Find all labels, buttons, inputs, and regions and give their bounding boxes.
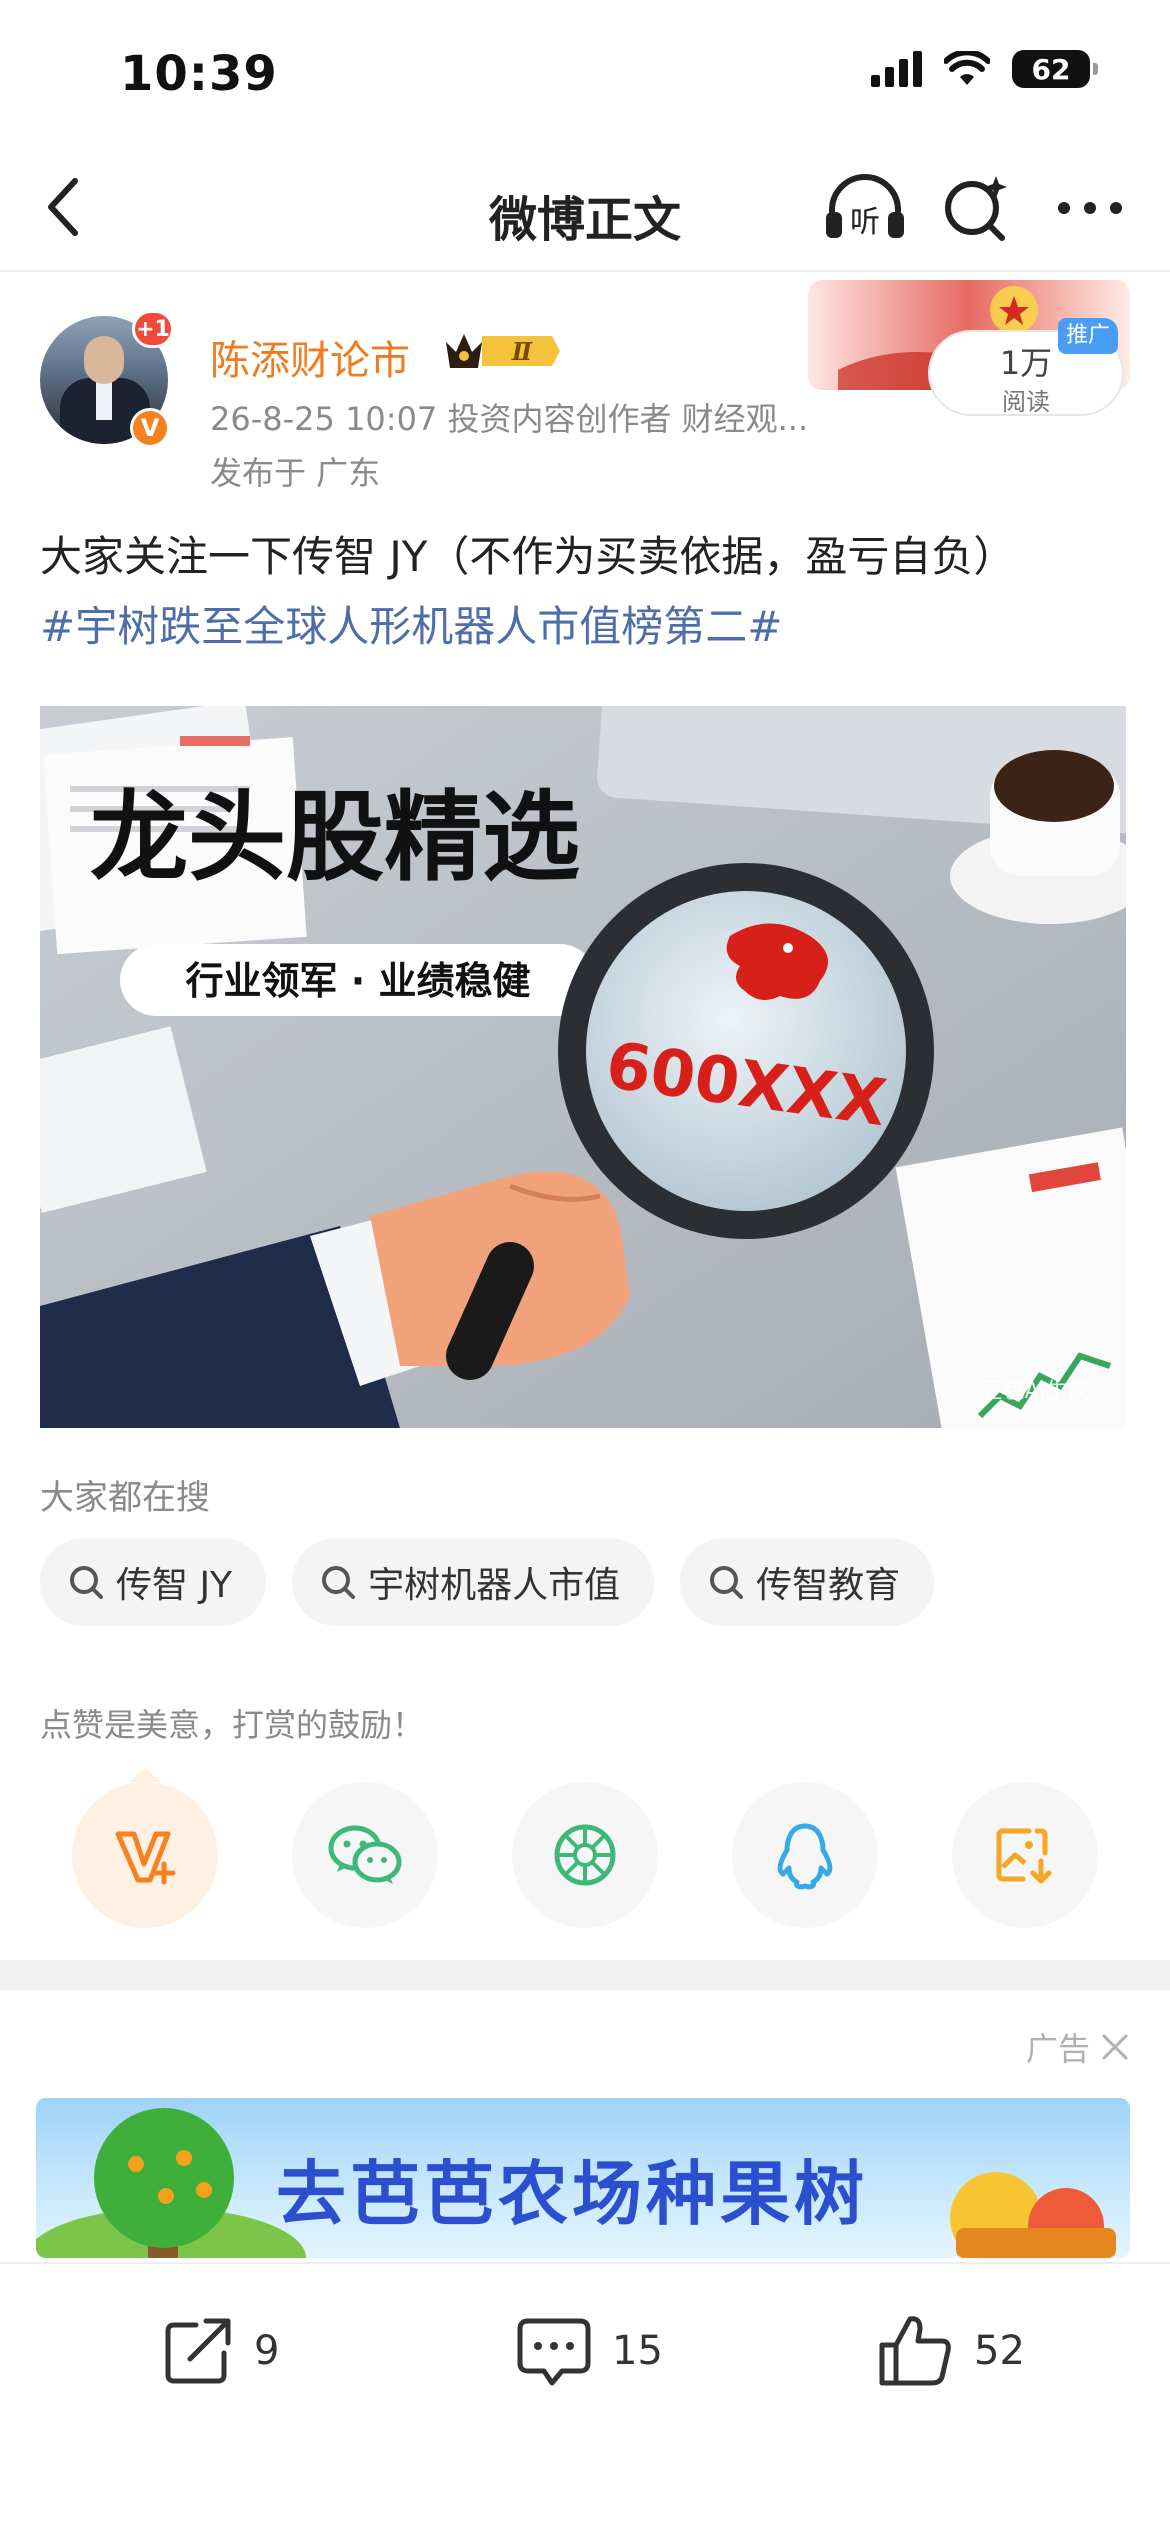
verified-badge: V <box>130 408 170 448</box>
headphones-icon: 听 <box>826 174 904 240</box>
post-meta: 26-8-25 10:07 投资内容创作者 财经观... <box>210 400 809 438</box>
save-image-icon <box>996 1828 1052 1884</box>
reward-title: 点赞是美意，打赏的鼓励！ <box>40 1706 425 1744</box>
share-row <box>72 1768 1098 1928</box>
hot-search-title: 大家都在搜 <box>40 1478 210 1518</box>
nav-bar: 微博正文 听 <box>0 150 1170 272</box>
status-time: 10:39 <box>120 46 278 102</box>
comment-icon <box>517 2318 591 2386</box>
post-location: 发布于 广东 <box>210 454 381 492</box>
search-icon <box>322 1566 356 1599</box>
search-icon <box>945 176 1007 241</box>
qq-share-button[interactable] <box>732 1782 878 1928</box>
battery-level: 62 <box>1031 52 1071 86</box>
follower-badge: +1 <box>132 310 174 348</box>
hot-search-chips: 传智 JY 宇树机器人市值 传智教育 <box>40 1538 935 1626</box>
post-text: 大家关注一下传智 JY（不作为买卖依据，盈亏自负） <box>40 532 1016 581</box>
wechat-share-button[interactable] <box>292 1782 438 1928</box>
search-icon <box>70 1566 103 1599</box>
image-subheadline: 行业领军 · 业绩稳健 <box>186 959 531 1003</box>
more-dots-icon <box>1058 202 1122 214</box>
moments-share-button[interactable] <box>512 1782 658 1928</box>
author-header: +1 V 陈添财论市 Ⅱ 26-8-25 10:07 投资内容创作者 财经观..… <box>0 272 1170 502</box>
thumbs-up-icon <box>879 2316 951 2386</box>
search-icon <box>710 1566 744 1599</box>
status-bar: 10:39 62 <box>0 0 1170 150</box>
image-watermark: 豆包AI生成 <box>980 1379 1090 1404</box>
wechat-icon <box>328 1825 402 1884</box>
hot-search-chip[interactable]: 传智 JY <box>40 1538 267 1626</box>
repost-count: 9 <box>254 2328 280 2374</box>
hot-search-chip[interactable]: 传智教育 <box>680 1538 935 1626</box>
repost-icon <box>165 2318 231 2384</box>
svg-text:Ⅱ: Ⅱ <box>511 337 533 366</box>
member-crown-icon: Ⅱ <box>446 334 560 368</box>
close-icon[interactable] <box>1100 2032 1130 2062</box>
ad-banner-text: 去芭芭农场种果树 <box>276 2153 868 2235</box>
search-button[interactable] <box>938 170 1014 246</box>
ad-banner[interactable]: 去芭芭农场种果树 <box>36 2098 1130 2258</box>
listen-button[interactable]: 听 <box>822 170 908 246</box>
bottom-action-bar: 9 15 52 <box>0 2262 1170 2532</box>
hot-search-chip-label: 传智 JY <box>116 1565 233 1606</box>
wechat-moments-icon <box>554 1824 616 1886</box>
section-divider <box>0 1960 1170 1990</box>
read-label: 阅读 <box>1002 388 1050 416</box>
battery-icon: 62 <box>1012 50 1098 88</box>
repost-button[interactable]: 9 <box>160 2306 279 2396</box>
wifi-icon <box>944 51 990 85</box>
reward-v-icon <box>115 1831 176 1885</box>
svg-text:听: 听 <box>850 205 880 240</box>
ad-label[interactable]: 广告 <box>1026 2024 1130 2070</box>
status-icons: 62 <box>871 50 1098 88</box>
more-button[interactable] <box>1050 170 1130 246</box>
hashtag-link[interactable]: #宇树跌至全球人形机器人市值榜第二# <box>40 592 1140 662</box>
ad-label-text: 广告 <box>1025 2030 1090 2068</box>
like-count: 52 <box>974 2328 1025 2374</box>
cellular-signal-icon <box>871 51 922 87</box>
author-name[interactable]: 陈添财论市 <box>210 328 410 386</box>
qq-penguin-icon <box>777 1823 833 1890</box>
reward-button[interactable] <box>72 1768 218 1928</box>
comment-button[interactable]: 15 <box>514 2306 663 2396</box>
post-image[interactable]: 龙头股精选 行业领军 · 业绩稳健 600XXX 豆包AI生成 <box>40 706 1126 1428</box>
save-image-button[interactable] <box>952 1782 1098 1928</box>
hot-search-chip-label: 宇树机器人市值 <box>368 1565 621 1606</box>
comment-count: 15 <box>612 2328 663 2374</box>
post-body: 大家关注一下传智 JY（不作为买卖依据，盈亏自负） #宇树跌至全球人形机器人市值… <box>40 522 1140 662</box>
hot-search-chip-label: 传智教育 <box>756 1565 901 1606</box>
image-headline: 龙头股精选 <box>90 781 580 895</box>
hot-search-chip[interactable]: 宇树机器人市值 <box>292 1538 655 1626</box>
like-button[interactable]: 52 <box>876 2306 1025 2396</box>
promo-tag: 推广 <box>1058 318 1119 354</box>
